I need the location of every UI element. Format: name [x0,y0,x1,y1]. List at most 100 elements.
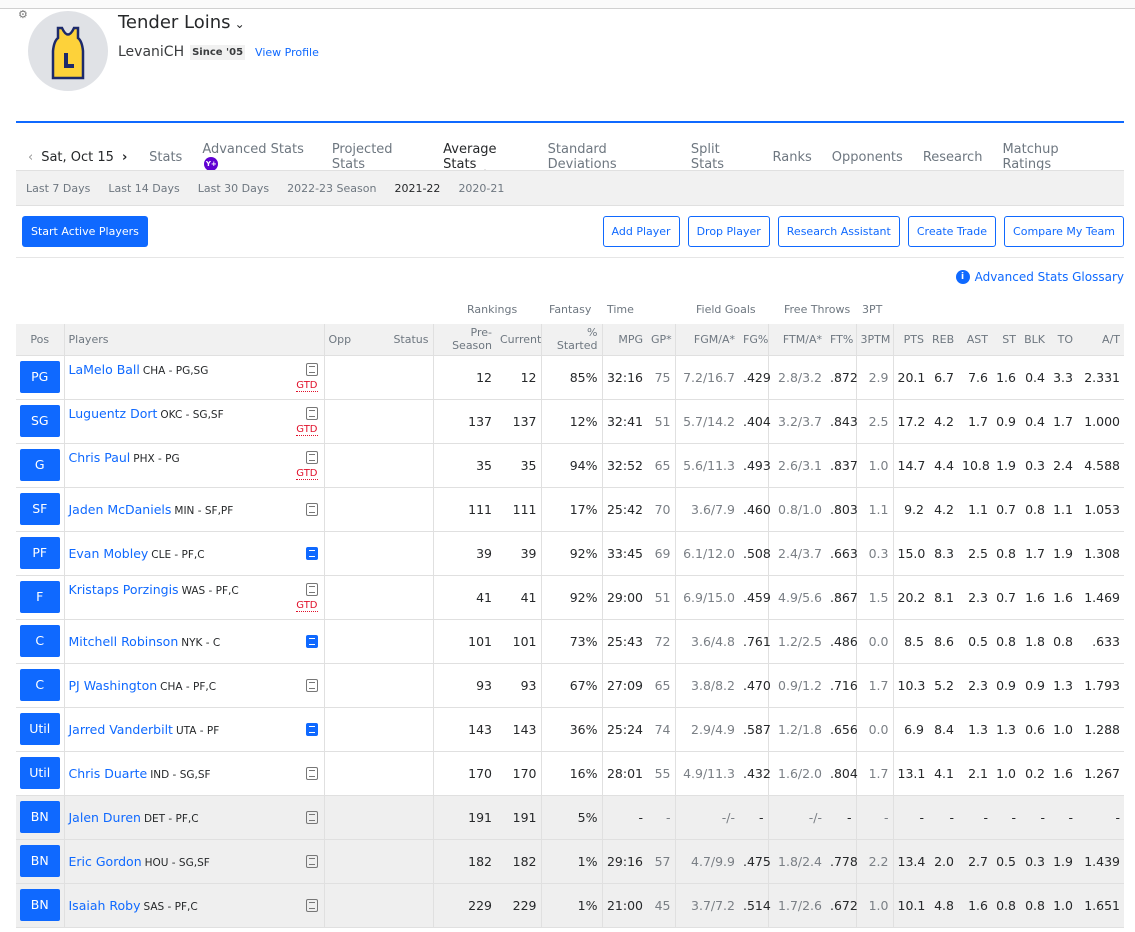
tab-stats[interactable]: Stats [149,150,182,165]
player-note-icon[interactable] [305,406,318,420]
column-header[interactable]: Status [380,324,433,356]
column-header[interactable]: % Started [540,324,602,356]
player-note-icon[interactable] [305,362,318,376]
column-header[interactable]: GP* [647,324,675,356]
column-header[interactable]: ST [992,324,1020,356]
column-header[interactable]: FG% [739,324,768,356]
gear-icon[interactable]: ⚙ [18,8,28,21]
drop-player-button[interactable]: Drop Player [687,216,770,247]
tab-average-stats[interactable]: Average Stats [443,142,528,174]
tab-opponents[interactable]: Opponents [832,150,903,165]
tab-advanced-stats[interactable]: Advanced StatsY+ [202,142,312,172]
position-button[interactable]: SG [19,405,60,437]
column-header[interactable]: Pre-Season [432,324,496,356]
player-name-link[interactable]: Eric Gordon [69,854,142,869]
tab-research[interactable]: Research [923,150,983,165]
compare-team-button[interactable]: Compare My Team [1004,216,1124,247]
column-header[interactable]: FT% [826,324,856,356]
period-last-30[interactable]: Last 30 Days [198,182,269,195]
tab-ranks[interactable]: Ranks [773,150,812,165]
position-button[interactable]: Util [19,713,60,745]
period-last-7[interactable]: Last 7 Days [26,182,90,195]
player-name-link[interactable]: Jaden McDaniels [69,502,172,517]
player-note-icon[interactable] [305,582,318,596]
position-button[interactable]: C [19,625,60,657]
player-note-icon[interactable] [305,678,318,692]
view-profile-link[interactable]: View Profile [255,46,319,59]
player-note-icon[interactable] [305,854,318,868]
opponent-cell [323,531,380,576]
start-active-players-button[interactable]: Start Active Players [22,216,148,247]
stat-cell: .475 [739,839,771,884]
position-button[interactable]: PG [19,361,60,393]
column-header[interactable]: PTS [892,324,928,356]
column-header[interactable]: MPG [601,324,647,356]
player-note-icon[interactable] [305,766,318,780]
status-cell [380,355,433,400]
tab-projected-stats[interactable]: Projected Stats [332,142,423,172]
player-name-link[interactable]: Luguentz Dort [69,406,158,421]
column-header[interactable]: FTM/A* [767,324,826,356]
column-header[interactable]: Current [496,324,541,356]
position-button[interactable]: F [19,581,60,613]
stat-cell: 36% [540,707,602,752]
player-name-link[interactable]: Isaiah Roby [69,898,141,913]
player-name-link[interactable]: Jarred Vanderbilt [69,722,173,737]
stat-cell: - [739,795,768,840]
player-name-link[interactable]: Jalen Duren [69,810,141,825]
column-header[interactable]: Pos [16,324,64,356]
position-button[interactable]: SF [19,493,60,525]
stat-cell: .432 [739,751,771,796]
player-name-link[interactable]: Kristaps Porzingis [69,582,179,597]
chevron-right-icon[interactable]: › [122,150,127,165]
player-name-link[interactable]: Mitchell Robinson [69,634,179,649]
stat-cell: 3.7/7.2 [674,883,739,928]
column-header[interactable]: 3PTM [855,324,893,356]
player-note-icon[interactable] [305,634,318,648]
position-button[interactable]: BN [19,889,60,921]
stat-cell: 5.2 [928,663,958,708]
player-name-link[interactable]: LaMelo Ball [69,362,140,377]
tab-split-stats[interactable]: Split Stats [691,142,753,172]
column-header[interactable]: FGM/A* [674,324,739,356]
player-name-link[interactable]: Chris Paul [69,450,131,465]
player-name-link[interactable]: Chris Duarte [69,766,148,781]
position-button[interactable]: Util [19,757,60,789]
period-last-14[interactable]: Last 14 Days [108,182,179,195]
glossary-link[interactable]: i Advanced Stats Glossary [955,270,1124,284]
add-player-button[interactable]: Add Player [602,216,680,247]
tab-standard-deviations[interactable]: Standard Deviations [548,142,671,172]
player-note-icon[interactable] [305,722,318,736]
player-note-icon[interactable] [305,898,318,912]
column-header[interactable]: TO [1049,324,1077,356]
column-header[interactable]: Opp [323,324,380,356]
player-note-icon[interactable] [305,450,318,464]
player-cell: Jaden McDaniels MIN - SF,PF [63,487,324,532]
position-button[interactable]: BN [19,845,60,877]
column-header[interactable]: AST [958,324,992,356]
tab-matchup-ratings[interactable]: Matchup Ratings [1002,142,1104,172]
player-note-icon[interactable] [305,502,318,516]
position-button[interactable]: PF [19,537,60,569]
position-button[interactable]: C [19,669,60,701]
period-2021-22[interactable]: 2021-22 [394,182,440,195]
column-header[interactable]: Players [63,324,324,356]
create-trade-button[interactable]: Create Trade [907,216,997,247]
column-header[interactable]: BLK [1020,324,1049,356]
chevron-left-icon[interactable]: ‹ [28,150,33,165]
team-name-dropdown[interactable]: Tender Loins ⌄ [118,12,245,33]
period-2020-21[interactable]: 2020-21 [458,182,504,195]
research-assistant-button[interactable]: Research Assistant [777,216,900,247]
column-header[interactable]: A/T [1077,324,1124,356]
period-2022-23[interactable]: 2022-23 Season [287,182,376,195]
stat-cell: 170 [496,751,541,796]
player-note-icon[interactable] [305,810,318,824]
player-note-icon[interactable] [305,546,318,560]
position-button[interactable]: G [19,449,60,481]
column-header[interactable]: REB [928,324,958,356]
player-name-link[interactable]: Evan Mobley [69,546,149,561]
player-name-link[interactable]: PJ Washington [69,678,158,693]
stat-cell: 1.053 [1077,487,1124,532]
position-button[interactable]: BN [19,801,60,833]
stat-cell: .470 [739,663,771,708]
